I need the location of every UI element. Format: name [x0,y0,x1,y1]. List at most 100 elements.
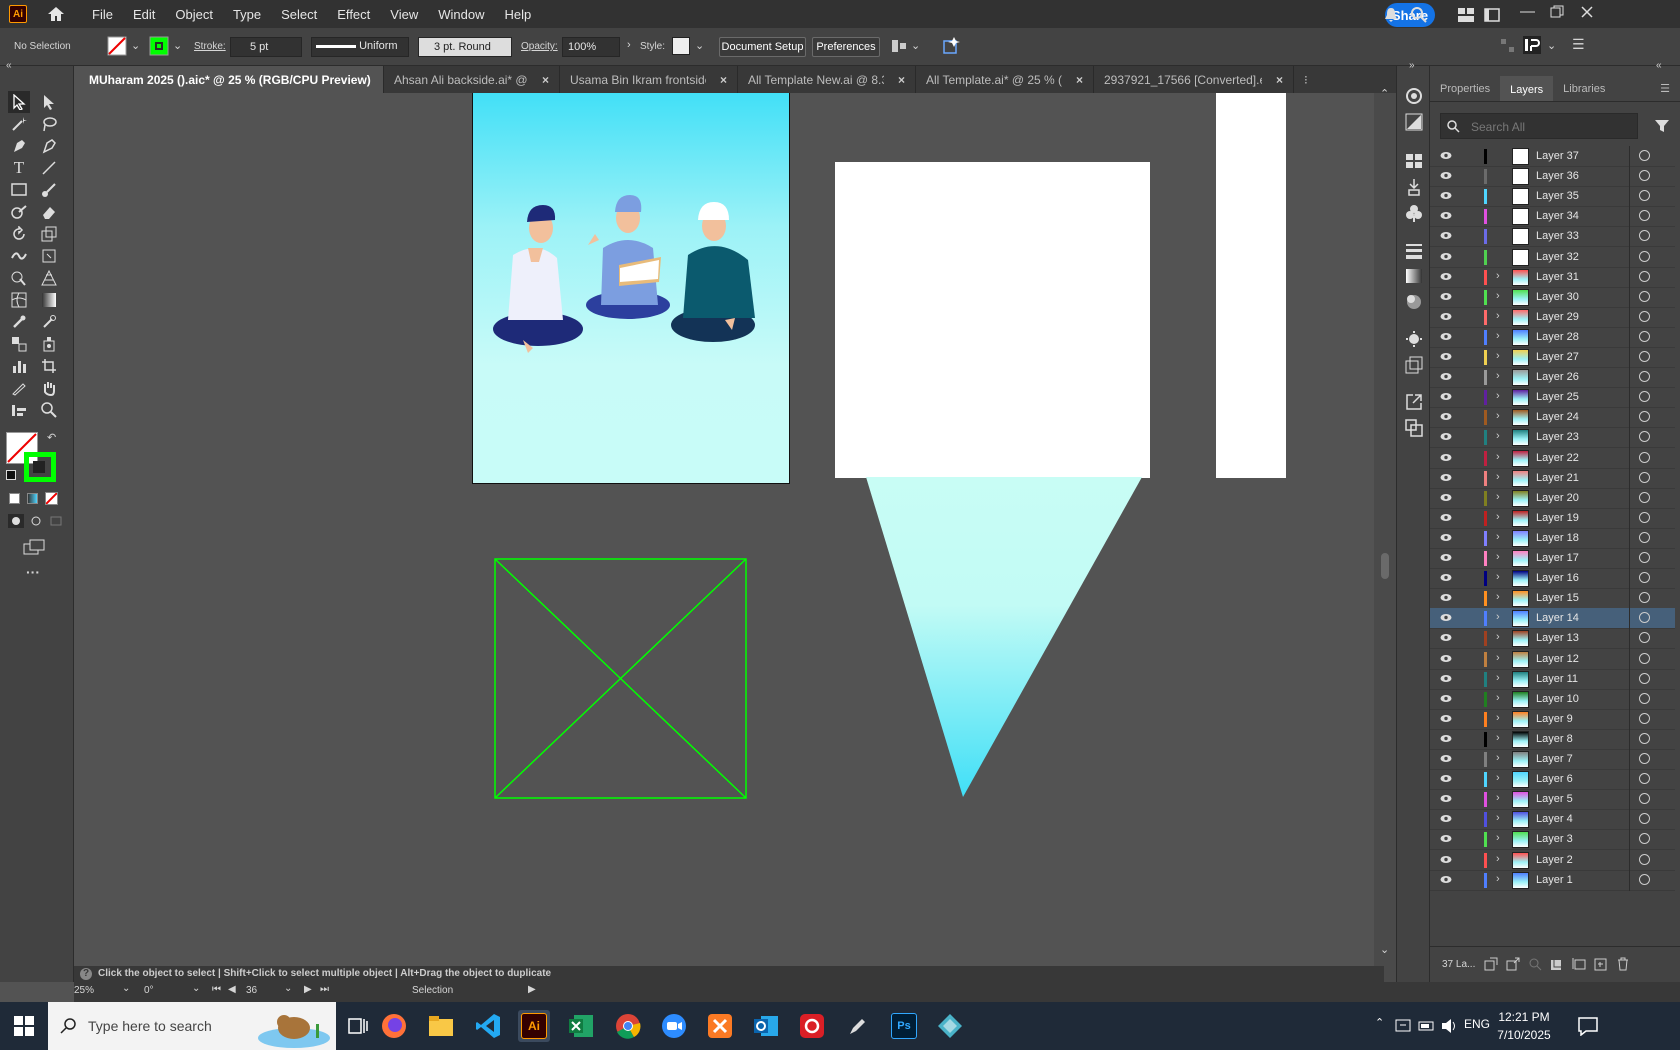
menu-window[interactable]: Window [438,7,484,22]
layer-name[interactable]: Layer 37 [1536,150,1579,162]
battery-icon[interactable] [1418,1017,1436,1035]
expand-chevron-icon[interactable]: › [1496,631,1500,643]
stroke-color-swatch[interactable] [24,452,56,482]
target-circle-icon[interactable] [1639,150,1650,161]
artboard-illustration[interactable] [472,93,790,484]
expand-chevron-icon[interactable]: › [1496,350,1500,362]
expand-chevron-icon[interactable]: › [1496,370,1500,382]
pen-tool-icon[interactable] [8,135,30,157]
expand-chevron-icon[interactable]: › [1496,491,1500,503]
target-circle-icon[interactable] [1639,592,1650,604]
chrome-icon[interactable] [612,1010,644,1042]
windows-start-icon[interactable] [14,1016,34,1036]
tab-muharam[interactable]: MUharam 2025 ().aic* @ 25 % (RGB/CPU Pre… [74,66,392,93]
layer-name[interactable]: Layer 19 [1536,512,1579,524]
tab-close-icon[interactable]: × [720,73,727,87]
target-circle-icon[interactable] [1639,632,1650,644]
layer-row[interactable]: › Layer 19 [1430,507,1675,529]
visibility-eye-icon[interactable] [1440,571,1452,585]
visibility-eye-icon[interactable] [1440,672,1452,686]
fill-dropdown-chevron[interactable]: ⌄ [131,39,140,52]
network-icon[interactable] [1395,1017,1413,1035]
visibility-eye-icon[interactable] [1440,491,1452,505]
artboard-blank-3[interactable] [1216,93,1286,478]
visibility-eye-icon[interactable] [1440,792,1452,806]
tab-all-template[interactable]: All Template.ai* @ 25 % (RG... × [916,66,1094,93]
visibility-eye-icon[interactable] [1440,290,1452,304]
previous-artboard-icon[interactable]: ◀ [228,984,236,995]
menu-file[interactable]: File [92,7,113,22]
layer-name[interactable]: Layer 21 [1536,472,1579,484]
target-circle-icon[interactable] [1639,471,1650,483]
visibility-eye-icon[interactable] [1440,310,1452,324]
layer-name[interactable]: Layer 36 [1536,170,1579,182]
outlook-icon[interactable] [750,1010,782,1042]
minimize-icon[interactable]: — [1520,3,1535,20]
tab-properties[interactable]: Properties [1430,76,1500,101]
language-indicator[interactable]: ENG [1464,1017,1490,1031]
collapse-toolbar-icon[interactable]: « [6,60,12,71]
visibility-eye-icon[interactable] [1440,631,1452,645]
menu-edit[interactable]: Edit [133,7,155,22]
layer-name[interactable]: Layer 7 [1536,753,1573,765]
search-layers-icon[interactable] [1528,957,1542,971]
selection-tool-icon[interactable] [8,91,30,113]
artboard-blank-2[interactable] [835,162,1150,478]
visibility-eye-icon[interactable] [1440,511,1452,525]
recolor-icon[interactable] [942,36,960,54]
brush-definition[interactable]: 3 pt. Round [418,37,512,57]
target-circle-icon[interactable] [1639,230,1650,242]
eyedropper-icon[interactable] [8,311,30,333]
swap-colors-icon[interactable]: ↶ [47,431,56,444]
graphic-style-swatch[interactable] [672,37,690,55]
layer-row[interactable]: › Layer 10 [1430,688,1675,710]
layer-name[interactable]: Layer 5 [1536,793,1573,805]
layer-row[interactable]: › Layer 7 [1430,749,1675,770]
image-placeholder-frame[interactable] [494,558,748,801]
visibility-eye-icon[interactable] [1440,330,1452,344]
layer-row[interactable]: › Layer 6 [1430,769,1675,791]
visibility-eye-icon[interactable] [1440,551,1452,565]
menu-view[interactable]: View [390,7,418,22]
expand-chevron-icon[interactable]: › [1496,591,1500,603]
opacity-label[interactable]: Opacity: [521,41,558,52]
layer-name[interactable]: Layer 16 [1536,572,1579,584]
menu-type[interactable]: Type [233,7,261,22]
opacity-chevron[interactable]: › [627,39,631,51]
target-circle-icon[interactable] [1639,310,1650,322]
visibility-eye-icon[interactable] [1440,451,1452,465]
target-circle-icon[interactable] [1639,793,1650,805]
target-circle-icon[interactable] [1639,330,1650,342]
column-graph-icon[interactable] [8,355,30,377]
panel-toggle-chevron[interactable]: ⌄ [1547,39,1556,52]
app-gem-icon[interactable] [934,1010,966,1042]
tab-close-icon[interactable]: × [1076,73,1083,87]
visibility-eye-icon[interactable] [1440,772,1452,786]
draw-behind-icon[interactable] [28,514,44,528]
layer-row[interactable]: › Layer 1 [1430,869,1675,891]
layer-row[interactable]: › Layer 11 [1430,668,1675,690]
target-circle-icon[interactable] [1639,652,1650,664]
fill-none-swatch[interactable] [107,36,127,56]
layer-name[interactable]: Layer 32 [1536,251,1579,263]
target-circle-icon[interactable] [1639,672,1650,684]
expand-chevron-icon[interactable]: › [1496,290,1500,302]
appearance-icon[interactable] [1405,87,1423,105]
layer-row[interactable]: › Layer 8 [1430,728,1675,750]
screen-mode-icon[interactable] [22,538,46,556]
visibility-eye-icon[interactable] [1440,873,1452,887]
layer-row[interactable]: › Layer 24 [1430,407,1675,429]
line-tool-icon[interactable] [38,157,60,179]
search-icon[interactable] [1410,6,1428,24]
layer-row[interactable]: › Layer 12 [1430,648,1675,670]
artboard-tool-icon[interactable] [38,355,60,377]
delete-layer-icon[interactable] [1616,957,1630,971]
target-circle-icon[interactable] [1639,813,1650,825]
target-circle-icon[interactable] [1639,853,1650,865]
expand-chevron-icon[interactable]: › [1496,732,1500,744]
stroke-weight-input[interactable]: 5 pt [230,37,302,57]
expand-chevron-icon[interactable]: › [1496,451,1500,463]
expand-chevron-icon[interactable]: › [1496,712,1500,724]
slice-tool-icon[interactable] [8,377,30,399]
layer-name[interactable]: Layer 11 [1536,673,1578,685]
